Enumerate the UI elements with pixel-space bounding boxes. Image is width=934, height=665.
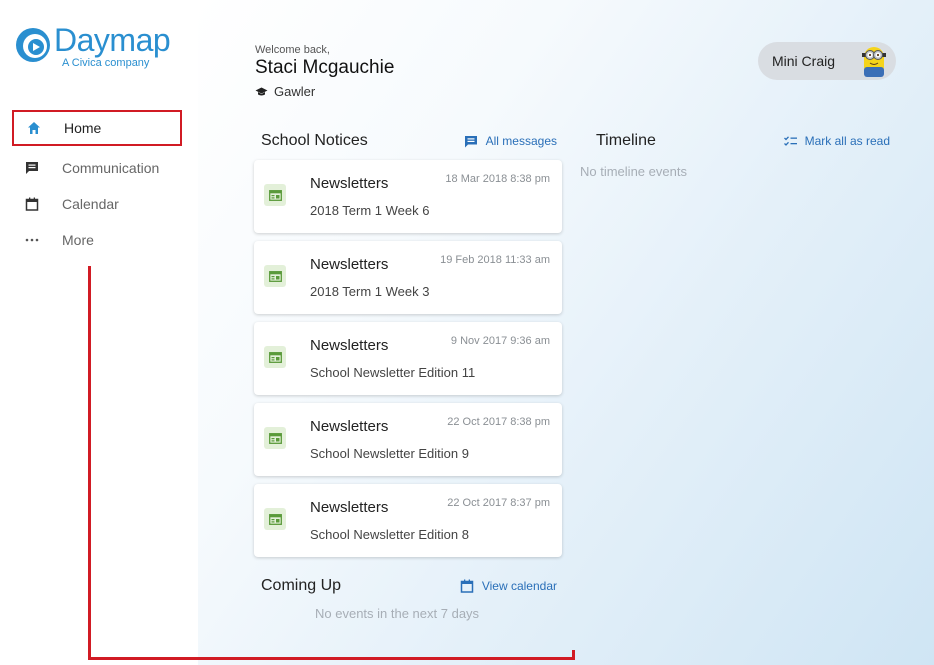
notice-title: Newsletters [310, 175, 389, 192]
annotation-line-vertical-right [572, 650, 575, 660]
main-content: Welcome back, Staci Mcgauchie Gawler Min… [198, 0, 934, 665]
school-name: Gawler [255, 84, 394, 99]
message-icon [24, 160, 40, 176]
notice-subtitle: 2018 Term 1 Week 3 [310, 284, 430, 299]
minion-avatar-icon [862, 47, 886, 77]
notice-subtitle: School Newsletter Edition 8 [310, 527, 469, 542]
sidebar-item-more[interactable]: More [12, 222, 182, 258]
newsletter-icon [264, 265, 286, 287]
all-messages-link[interactable]: All messages [464, 134, 557, 148]
school-notices-title: School Notices [261, 132, 368, 149]
sidebar-item-label: More [62, 232, 94, 248]
sidebar-item-label: Home [64, 120, 102, 136]
welcome-block: Welcome back, Staci Mcgauchie Gawler [255, 44, 394, 99]
notice-date: 19 Feb 2018 11:33 am [440, 254, 550, 266]
logo-subtitle: A Civica company [62, 57, 150, 69]
welcome-greeting: Welcome back, [255, 44, 330, 56]
checklist-icon [783, 135, 797, 146]
notice-date: 22 Oct 2017 8:38 pm [447, 416, 550, 428]
coming-up-title: Coming Up [261, 577, 342, 594]
sidebar-item-label: Communication [62, 160, 160, 176]
sidebar-item-communication[interactable]: Communication [12, 150, 182, 186]
sidebar: Daymap A Civica company Home Communicati… [0, 0, 198, 665]
daymap-logo-icon [16, 28, 50, 62]
notice-title: Newsletters [310, 418, 389, 435]
annotation-line-vertical-left [88, 266, 91, 660]
calendar-icon [24, 196, 40, 212]
notice-list: Newsletters 18 Mar 2018 8:38 pm 2018 Ter… [254, 160, 562, 565]
daymap-logo[interactable]: Daymap A Civica company [14, 22, 171, 69]
sidebar-item-calendar[interactable]: Calendar [12, 186, 182, 222]
notice-subtitle: School Newsletter Edition 9 [310, 446, 469, 461]
notice-title: Newsletters [310, 499, 389, 516]
all-messages-label: All messages [485, 134, 557, 148]
notice-card[interactable]: Newsletters 22 Oct 2017 8:38 pm School N… [254, 403, 562, 476]
newsletter-icon [264, 346, 286, 368]
notice-title: Newsletters [310, 337, 389, 354]
notice-card[interactable]: Newsletters 22 Oct 2017 8:37 pm School N… [254, 484, 562, 557]
calendar-icon [460, 579, 474, 593]
logo-name: Daymap [54, 22, 171, 58]
school-notices-header: School Notices All messages [261, 132, 557, 150]
newsletter-icon [264, 184, 286, 206]
newsletter-icon [264, 508, 286, 530]
message-icon [464, 135, 477, 147]
sidebar-item-home[interactable]: Home [12, 110, 182, 146]
notice-date: 22 Oct 2017 8:37 pm [447, 497, 550, 509]
coming-up-empty-text: No events in the next 7 days [315, 606, 480, 621]
home-icon [26, 120, 42, 136]
timeline-title: Timeline [596, 132, 656, 149]
more-icon [24, 232, 40, 248]
user-menu-button[interactable]: Mini Craig [758, 42, 896, 80]
sidebar-nav: Home Communication Calendar More [12, 110, 182, 258]
sidebar-item-label: Calendar [62, 196, 119, 212]
notice-date: 9 Nov 2017 9:36 am [450, 335, 550, 347]
mark-all-read-label: Mark all as read [804, 134, 890, 148]
notice-subtitle: School Newsletter Edition 11 [310, 365, 476, 380]
notice-card[interactable]: Newsletters 19 Feb 2018 11:33 am 2018 Te… [254, 241, 562, 314]
student-name: Staci Mcgauchie [255, 57, 395, 78]
coming-up-header: Coming Up View calendar [261, 577, 557, 595]
notice-card[interactable]: Newsletters 18 Mar 2018 8:38 pm 2018 Ter… [254, 160, 562, 233]
timeline-header: Timeline Mark all as read [596, 132, 890, 150]
view-calendar-label: View calendar [481, 579, 557, 593]
annotation-line-horizontal [88, 657, 575, 660]
graduation-cap-icon [255, 87, 268, 95]
school-label: Gawler [274, 84, 316, 99]
mark-all-read-link[interactable]: Mark all as read [783, 134, 890, 148]
notice-date: 18 Mar 2018 8:38 pm [445, 173, 550, 185]
notice-subtitle: 2018 Term 1 Week 6 [310, 203, 430, 218]
timeline-empty-text: No timeline events [580, 164, 687, 179]
user-name: Mini Craig [772, 53, 836, 69]
notice-card[interactable]: Newsletters 9 Nov 2017 9:36 am School Ne… [254, 322, 562, 395]
notice-title: Newsletters [310, 256, 389, 273]
newsletter-icon [264, 427, 286, 449]
view-calendar-link[interactable]: View calendar [460, 579, 557, 593]
